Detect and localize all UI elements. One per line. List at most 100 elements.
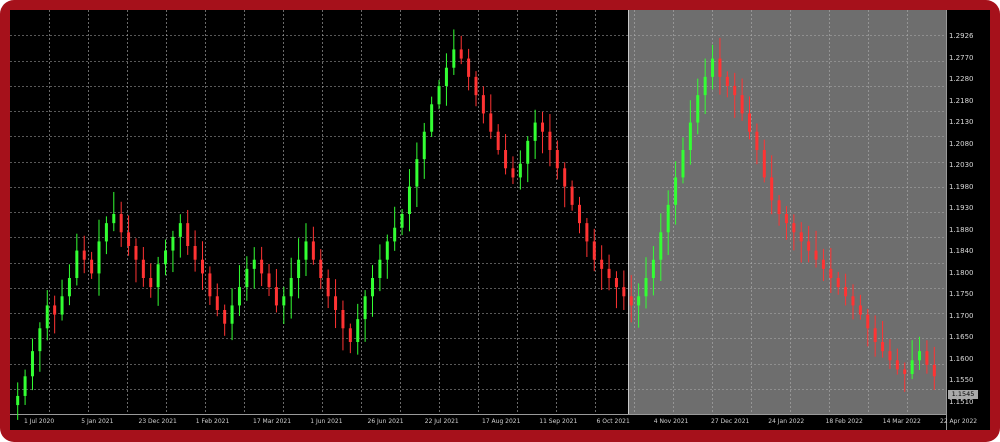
price-axis-label: 1.2130 xyxy=(949,118,974,127)
candle-body xyxy=(223,310,227,324)
time-axis-label: 18 Feb 2022 xyxy=(825,418,863,425)
candle-body xyxy=(873,328,877,342)
candlestick-chart[interactable] xyxy=(10,10,990,430)
candle-body xyxy=(614,278,618,288)
candle-body xyxy=(481,95,485,114)
candle-body xyxy=(666,204,670,233)
candle-body xyxy=(577,204,581,224)
candle-body xyxy=(895,360,899,370)
candle-body xyxy=(75,250,79,278)
candle-body xyxy=(548,131,552,150)
candle-body xyxy=(60,296,64,315)
price-axis-label: 1.1840 xyxy=(949,247,974,256)
candle-body xyxy=(681,150,685,178)
candle-body xyxy=(341,310,345,329)
time-axis-label: 27 Dec 2021 xyxy=(711,418,750,425)
candle-body xyxy=(282,296,286,306)
candle-body xyxy=(267,273,271,288)
candle-body xyxy=(696,95,700,123)
time-axis-label: 1 Jun 2021 xyxy=(310,418,343,425)
candle-body xyxy=(748,113,752,132)
candle-body xyxy=(688,122,692,150)
candle-body xyxy=(415,159,419,187)
candle-body xyxy=(711,58,715,77)
candle-body xyxy=(67,278,71,297)
candle-body xyxy=(600,259,604,269)
candle-body xyxy=(134,246,138,260)
candle-body xyxy=(858,305,862,315)
candle-body xyxy=(452,49,456,68)
candle-body xyxy=(637,296,641,306)
candle-body xyxy=(407,186,411,214)
candle-body xyxy=(38,328,42,352)
candle-body xyxy=(23,376,27,396)
candle-body xyxy=(585,223,589,242)
candle-body xyxy=(888,351,892,361)
candle-body xyxy=(903,369,907,374)
candle-body xyxy=(319,259,323,278)
candle-body xyxy=(400,214,404,228)
candle-body xyxy=(348,328,352,342)
candle-body xyxy=(112,214,116,224)
candle-body xyxy=(311,241,315,260)
candle-body xyxy=(437,86,441,105)
candle-body xyxy=(16,395,20,406)
candle-body xyxy=(770,177,774,201)
candle-body xyxy=(570,186,574,205)
time-axis-label: 26 Jun 2021 xyxy=(367,418,404,425)
candle-body xyxy=(385,241,389,260)
candle-body xyxy=(304,241,308,260)
candle-body xyxy=(82,250,86,260)
candle-body xyxy=(156,264,160,288)
candle-body xyxy=(141,259,145,278)
candle-body xyxy=(371,278,375,297)
candle-body xyxy=(149,278,153,288)
candle-body xyxy=(592,241,596,260)
time-axis-label: 23 Dec 2021 xyxy=(138,418,177,425)
candles xyxy=(16,29,936,420)
candle-body xyxy=(193,246,197,260)
candle-body xyxy=(622,287,626,297)
candle-body xyxy=(644,278,648,297)
price-axis-label: 1.1510 xyxy=(949,398,974,406)
time-axis-label: 1 Feb 2021 xyxy=(195,418,230,425)
candle-body xyxy=(555,150,559,169)
candle-body xyxy=(866,314,870,329)
candle-body xyxy=(814,250,818,260)
candle-body xyxy=(740,95,744,114)
price-axis-label: 1.1980 xyxy=(949,182,974,191)
candle-body xyxy=(467,58,471,77)
candle-body xyxy=(496,131,500,150)
candle-body xyxy=(422,131,426,160)
candle-body xyxy=(489,113,493,132)
candle-body xyxy=(30,351,34,377)
time-axis-label: 24 Jan 2022 xyxy=(768,418,805,425)
time-axis-label: 5 Jan 2021 xyxy=(81,418,114,425)
candle-body xyxy=(186,223,190,246)
candle-body xyxy=(45,305,49,329)
candle-body xyxy=(326,278,330,297)
candle-body xyxy=(932,364,936,377)
candle-body xyxy=(164,250,168,265)
candle-body xyxy=(674,177,678,205)
candle-body xyxy=(703,76,707,96)
price-axis-label: 1.2030 xyxy=(949,161,974,170)
price-axis-label: 1.1880 xyxy=(949,225,974,234)
candle-body xyxy=(541,122,545,132)
candle-body xyxy=(504,150,508,169)
time-axis-label: 17 Aug 2021 xyxy=(482,418,521,425)
candle-body xyxy=(733,86,737,96)
candle-body xyxy=(104,223,108,242)
candle-body xyxy=(718,58,722,77)
candle-body xyxy=(651,259,655,278)
candle-body xyxy=(289,278,293,297)
time-axis-label: 1 Jul 2020 xyxy=(24,418,55,425)
price-axis-label: 1.1750 xyxy=(949,290,974,299)
price-axis-label: 1.1600 xyxy=(949,354,974,363)
candle-body xyxy=(918,351,922,361)
candle-body xyxy=(629,296,633,306)
candle-body xyxy=(127,232,131,246)
price-axis-label: 1.2280 xyxy=(949,75,974,84)
candle-body xyxy=(252,259,256,269)
candle-body xyxy=(474,76,478,96)
